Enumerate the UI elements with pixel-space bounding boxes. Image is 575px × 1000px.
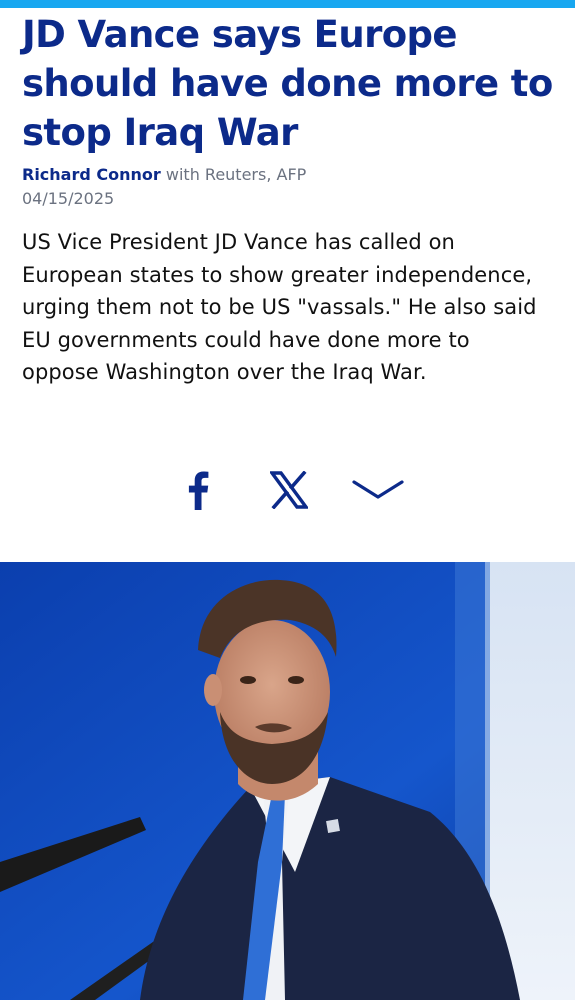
x-share-button[interactable] bbox=[261, 462, 317, 518]
top-accent-bar bbox=[0, 0, 575, 8]
publish-date: 04/15/2025 bbox=[22, 189, 115, 208]
author-link[interactable]: Richard Connor bbox=[22, 165, 161, 184]
share-bar bbox=[0, 462, 575, 518]
more-share-options-button[interactable] bbox=[350, 462, 406, 518]
article-title: JD Vance says Europe should have done mo… bbox=[22, 13, 553, 154]
facebook-share-button[interactable] bbox=[170, 462, 226, 518]
byline-credit: with Reuters, AFP bbox=[160, 165, 307, 184]
chevron-down-icon bbox=[352, 480, 404, 499]
hero-image bbox=[0, 562, 575, 1000]
x-icon bbox=[270, 471, 308, 509]
byline: Richard Connor with Reuters, AFP bbox=[22, 164, 306, 186]
facebook-icon bbox=[188, 471, 209, 510]
article-teaser: US Vice President JD Vance has called on… bbox=[22, 230, 537, 384]
